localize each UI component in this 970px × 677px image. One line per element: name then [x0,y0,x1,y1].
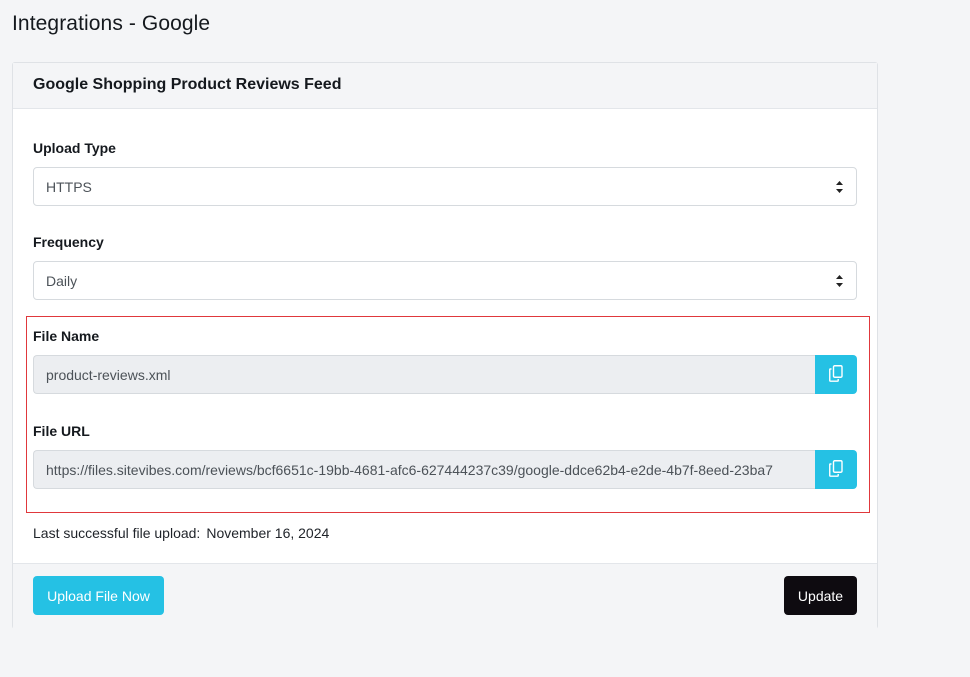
sort-arrows-icon [836,181,843,193]
last-upload-date: November 16, 2024 [206,525,330,541]
feed-card: Google Shopping Product Reviews Feed Upl… [12,62,878,629]
upload-type-select[interactable]: HTTPS [33,167,857,206]
copy-icon [829,365,843,382]
copy-file-url-button[interactable] [815,450,857,489]
upload-type-label: Upload Type [33,140,116,156]
upload-type-value: HTTPS [46,179,92,195]
copy-file-name-button[interactable] [815,355,857,394]
frequency-value: Daily [46,273,78,289]
file-name-label: File Name [33,328,100,344]
page-title: Integrations - Google [12,12,211,35]
frequency-select[interactable]: Daily [33,261,857,300]
last-upload-info: Last successful file upload: November 16,… [33,525,329,541]
update-button[interactable]: Update [784,576,857,615]
upload-file-now-button[interactable]: Upload File Now [33,576,164,615]
file-url-label: File URL [33,423,90,439]
frequency-label: Frequency [33,234,104,250]
card-footer: Upload File Now Update [13,563,877,629]
copy-icon [829,460,843,477]
card-header: Google Shopping Product Reviews Feed [13,63,877,109]
card-title: Google Shopping Product Reviews Feed [33,76,342,93]
file-name-field[interactable]: product-reviews.xml [33,355,815,394]
file-url-field[interactable]: https://files.sitevibes.com/reviews/bcf6… [33,450,815,489]
sort-arrows-icon [836,275,843,287]
last-upload-label: Last successful file upload: [33,525,201,541]
